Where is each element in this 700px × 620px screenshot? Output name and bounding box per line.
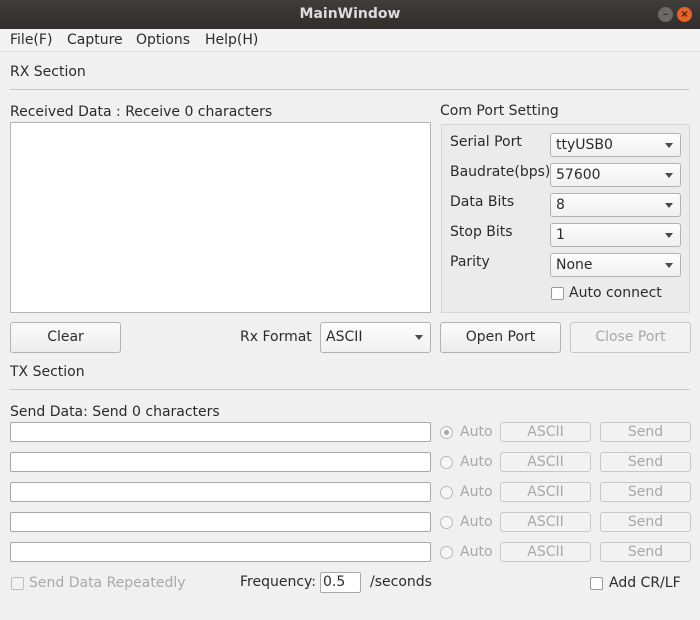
window-title: MainWindow <box>299 6 401 22</box>
send-data-input[interactable] <box>10 512 431 532</box>
auto-label: Auto <box>460 514 493 530</box>
chevron-down-icon <box>665 203 673 208</box>
menu-options[interactable]: Options <box>136 29 190 52</box>
send-button[interactable]: Send <box>600 512 691 532</box>
auto-radio[interactable] <box>440 456 453 469</box>
data-bits-select[interactable]: 8 <box>550 193 681 217</box>
add-crlf-checkbox[interactable] <box>590 577 603 590</box>
menu-capture[interactable]: Capture <box>67 29 123 52</box>
received-data-label: Received Data : Receive 0 characters <box>10 104 273 120</box>
send-repeatedly-label: Send Data Repeatedly <box>29 575 186 591</box>
chevron-down-icon <box>415 335 423 340</box>
chevron-down-icon <box>665 263 673 268</box>
send-button[interactable]: Send <box>600 422 691 442</box>
parity-label: Parity <box>450 254 490 270</box>
baudrate-value: 57600 <box>556 167 601 183</box>
auto-label: Auto <box>460 484 493 500</box>
serial-port-select[interactable]: ttyUSB0 <box>550 133 681 157</box>
auto-radio[interactable] <box>440 546 453 559</box>
baudrate-select[interactable]: 57600 <box>550 163 681 187</box>
clear-button[interactable]: Clear <box>10 322 121 353</box>
ascii-toggle-button[interactable]: ASCII <box>500 452 591 472</box>
close-window-button[interactable]: × <box>677 7 692 22</box>
stop-bits-label: Stop Bits <box>450 224 513 240</box>
auto-radio[interactable] <box>440 516 453 529</box>
serial-port-value: ttyUSB0 <box>556 137 613 153</box>
auto-radio[interactable] <box>440 486 453 499</box>
chevron-down-icon <box>665 143 673 148</box>
send-data-input[interactable] <box>10 452 431 472</box>
send-data-label: Send Data: Send 0 characters <box>10 404 220 420</box>
data-bits-label: Data Bits <box>450 194 515 210</box>
data-bits-value: 8 <box>556 197 565 213</box>
seconds-label: /seconds <box>370 574 432 590</box>
ascii-toggle-button[interactable]: ASCII <box>500 482 591 502</box>
rx-format-value: ASCII <box>326 329 363 345</box>
send-button[interactable]: Send <box>600 452 691 472</box>
send-data-input[interactable] <box>10 422 431 442</box>
parity-value: None <box>556 257 593 273</box>
ascii-toggle-button[interactable]: ASCII <box>500 512 591 532</box>
rx-section-label: RX Section <box>10 64 86 80</box>
ascii-toggle-button[interactable]: ASCII <box>500 542 591 562</box>
menu-file[interactable]: File(F) <box>10 29 52 52</box>
ascii-toggle-button[interactable]: ASCII <box>500 422 591 442</box>
tx-section-divider <box>10 389 690 390</box>
open-port-button[interactable]: Open Port <box>440 322 561 353</box>
minimize-button[interactable]: – <box>658 7 673 22</box>
com-port-title: Com Port Setting <box>440 103 559 119</box>
send-data-input[interactable] <box>10 542 431 562</box>
chevron-down-icon <box>665 233 673 238</box>
menu-help[interactable]: Help(H) <box>205 29 258 52</box>
send-repeatedly-checkbox[interactable] <box>11 577 24 590</box>
chevron-down-icon <box>665 173 673 178</box>
send-data-input[interactable] <box>10 482 431 502</box>
auto-connect-label: Auto connect <box>569 285 662 301</box>
rx-format-select[interactable]: ASCII <box>320 322 431 353</box>
stop-bits-value: 1 <box>556 227 565 243</box>
rx-format-label: Rx Format <box>240 329 312 345</box>
auto-label: Auto <box>460 454 493 470</box>
received-data-textarea[interactable] <box>10 122 431 313</box>
auto-label: Auto <box>460 424 493 440</box>
stop-bits-select[interactable]: 1 <box>550 223 681 247</box>
auto-radio[interactable] <box>440 426 453 439</box>
frequency-input[interactable]: 0.5 <box>320 572 361 593</box>
serial-port-label: Serial Port <box>450 134 522 150</box>
baudrate-label: Baudrate(bps) <box>450 164 551 180</box>
frequency-label: Frequency: <box>240 574 317 590</box>
close-port-button[interactable]: Close Port <box>570 322 691 353</box>
parity-select[interactable]: None <box>550 253 681 277</box>
auto-label: Auto <box>460 544 493 560</box>
tx-section-label: TX Section <box>10 364 85 380</box>
send-button[interactable]: Send <box>600 482 691 502</box>
send-button[interactable]: Send <box>600 542 691 562</box>
add-crlf-label: Add CR/LF <box>609 575 681 591</box>
rx-section-divider <box>10 89 690 90</box>
auto-connect-checkbox[interactable] <box>551 287 564 300</box>
